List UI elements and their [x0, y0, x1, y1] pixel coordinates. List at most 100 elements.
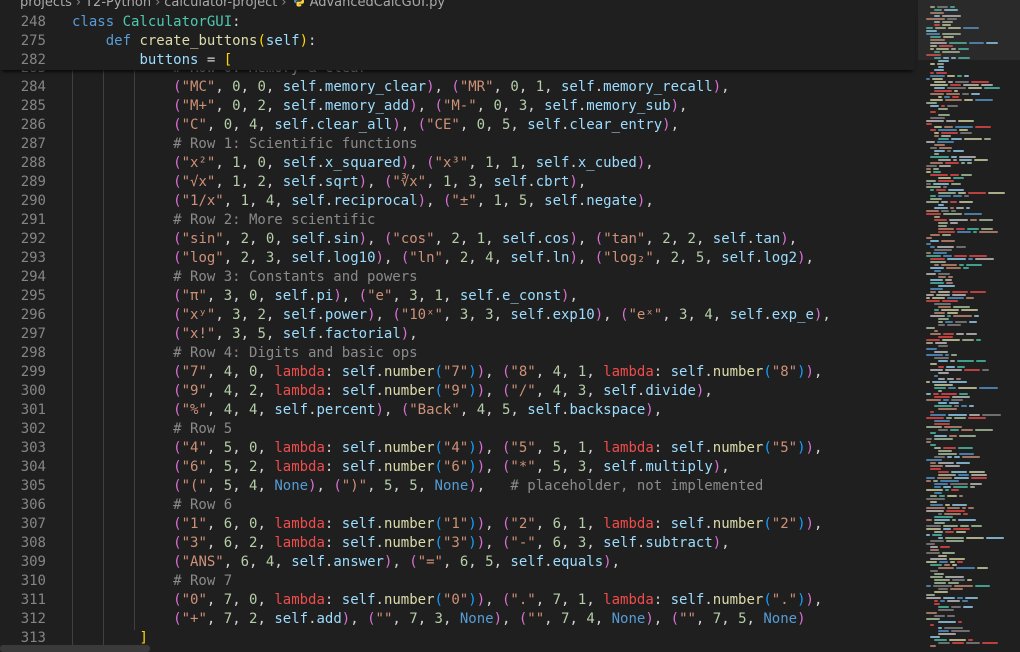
code-line[interactable]: 299 ("7", 4, 0, lambda: self.number("7")… [0, 363, 915, 382]
breadcrumb-item-projects[interactable]: projects [20, 0, 72, 10]
code-line[interactable]: 287 # Row 1: Scientific functions [0, 135, 915, 154]
code-line[interactable]: 305 ("(", 5, 4, None), (")", 5, 5, None)… [0, 477, 915, 496]
minimap-line [965, 597, 978, 599]
code-line[interactable]: 311 ("0", 7, 0, lambda: self.number("0")… [0, 591, 915, 610]
minimap-line [943, 597, 955, 599]
code-token: lambda [603, 516, 654, 532]
code-line[interactable]: 297 ("x!", 3, 5, self.factorial), [0, 325, 915, 344]
code-line[interactable]: 308 ("3", 6, 2, lambda: self.number("3")… [0, 534, 915, 553]
code-line[interactable]: 296 ("xʸ", 3, 2, self.power), ("10ˣ", 3,… [0, 306, 915, 325]
minimap-line [943, 486, 951, 488]
code-line[interactable]: 285 ("M+", 0, 2, self.memory_add), ("M-"… [0, 97, 915, 116]
code-token: ) [594, 307, 604, 323]
code-line[interactable]: 306 # Row 6 [0, 496, 915, 515]
minimap-line [958, 120, 974, 122]
minimap-line [938, 276, 946, 278]
code-token: , [670, 117, 680, 133]
code-token: ) [468, 535, 477, 551]
code-line[interactable]: 293 ("log", 2, 3, self.log10), ("ln", 2,… [0, 249, 915, 268]
code-token: self [282, 155, 317, 171]
code-line[interactable]: 309 ("ANS", 6, 4, self.answer), ("=", 6,… [0, 553, 915, 572]
code-token: number [383, 383, 435, 399]
code-line[interactable]: 307 ("1", 6, 0, lambda: self.number("1")… [0, 515, 915, 534]
code-line[interactable]: 292 ("sin", 2, 0, self.sin), ("cos", 2, … [0, 230, 915, 249]
code-line[interactable]: 291 # Row 2: More scientific [0, 211, 915, 230]
code-token: 3 [434, 611, 443, 627]
code-line[interactable]: 275 def create_buttons(self): [0, 32, 915, 51]
code-token: , [206, 459, 224, 475]
code-token: ( [367, 611, 376, 627]
code-token: : [324, 535, 342, 551]
minimap-line [963, 84, 979, 86]
code-token: "4" [181, 440, 207, 456]
code-token: , [645, 193, 654, 209]
code-token: lambda [274, 364, 325, 380]
code-editor[interactable]: projects › T2-Python › calculator-project › Ad… [0, 0, 1020, 652]
minimap-line [959, 129, 968, 131]
code-token: pi [316, 288, 334, 304]
horizontal-scrollbar[interactable] [0, 645, 150, 652]
minimap-line [926, 165, 937, 167]
code-token: def [105, 33, 140, 49]
minimap-line [969, 321, 977, 323]
code-line[interactable]: 312 ("+", 7, 2, self.add), ("", 7, 3, No… [0, 610, 915, 629]
minimap-line [926, 171, 931, 173]
minimap-line [941, 240, 955, 242]
code-token: ) [712, 535, 722, 551]
code-line[interactable]: 302 # Row 5 [0, 420, 915, 439]
code-line[interactable]: 298 # Row 4: Digits and basic ops [0, 344, 915, 363]
code-line[interactable]: 284 ("MC", 0, 0, self.memory_clear), ("M… [0, 78, 915, 97]
sticky-scroll[interactable]: 248 class CalculatorGUI: 275 def create_bu… [0, 13, 915, 70]
minimap-line [943, 447, 956, 449]
code-line[interactable]: 300 ("9", 4, 2, lambda: self.number("9")… [0, 382, 915, 401]
code-line[interactable]: 288 ("x²", 1, 0, self.x_squared), ("x³",… [0, 154, 915, 173]
code-token: , [265, 174, 283, 190]
code-line[interactable]: 303 ("4", 5, 0, lambda: self.number("4")… [0, 439, 915, 458]
code-token: self [274, 117, 309, 133]
code-line[interactable]: 286 ("C", 0, 4, self.clear_all), ("CE", … [0, 116, 915, 135]
code-token: "C" [181, 117, 207, 133]
code-line[interactable]: 301 ("%", 4, 4, self.percent), ("Back", … [0, 401, 915, 420]
code-text: ("ANS", 6, 4, self.answer), ("=", 6, 5, … [72, 553, 620, 572]
code-line[interactable]: 282 buttons = [ [0, 51, 915, 70]
minimap-line [930, 558, 947, 560]
minimap-line [930, 195, 936, 197]
line-number: 282 [20, 52, 46, 68]
minimap-line [934, 309, 939, 311]
minimap-line [938, 621, 956, 623]
code-token: , [249, 231, 266, 247]
code-line[interactable]: 248 class CalculatorGUI: [0, 13, 915, 32]
minimap[interactable] [918, 0, 1020, 652]
code-line[interactable]: 295 ("π", 3, 0, self.pi), ("e", 3, 1, se… [0, 287, 915, 306]
code-token: None [611, 611, 646, 627]
line-number: 294 [20, 269, 46, 285]
code-token: , [257, 592, 275, 608]
code-token: , [392, 554, 410, 570]
code-line[interactable]: 310 # Row 7 [0, 572, 915, 591]
code-token: ) [797, 250, 806, 266]
code-token: , [223, 193, 241, 209]
code-token: , [535, 459, 553, 475]
minimap-line [945, 99, 962, 101]
code-token: self [459, 288, 494, 304]
minimap-line [984, 87, 1000, 89]
code-line[interactable]: 304 ("6", 5, 2, lambda: self.number("6")… [0, 458, 915, 477]
code-line[interactable]: 294 # Row 3: Constants and powers [0, 268, 915, 287]
code-line[interactable]: 289 ("√x", 1, 2, self.sqrt), ("∛x", 1, 3… [0, 173, 915, 192]
code-token: self [510, 307, 545, 323]
code-token: , [518, 79, 536, 95]
breadcrumb-item-t2-python[interactable]: T2-Python [85, 0, 151, 10]
minimap-viewport-slider[interactable] [918, 0, 1020, 60]
code-token: self [341, 364, 376, 380]
code-token: ) [468, 516, 477, 532]
breadcrumb-item-calculator-project[interactable]: calculator-project [164, 0, 277, 10]
minimap-line [960, 132, 972, 134]
code-line[interactable]: 290 ("1/x", 1, 4, self.reciprocal), ("±"… [0, 192, 915, 211]
minimap-line [932, 78, 943, 80]
code-token: "MC" [181, 79, 216, 95]
code-token: , [215, 307, 233, 323]
breadcrumb-item-file[interactable]: AdvancedCalcGUI.py [310, 0, 446, 10]
code-token: , [611, 554, 621, 570]
